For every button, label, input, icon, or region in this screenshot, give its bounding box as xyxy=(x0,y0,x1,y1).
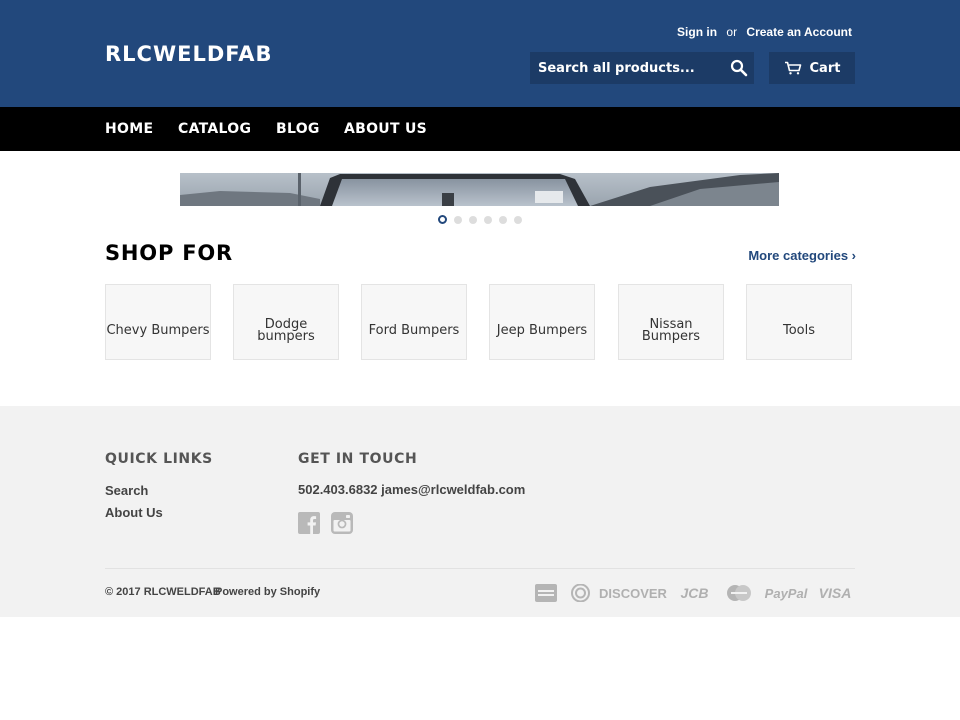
get-in-touch-heading: GET IN TOUCH xyxy=(298,451,418,467)
search-box xyxy=(530,52,754,84)
site-header: RLCWELDFAB Sign in or Create an Account … xyxy=(0,0,960,107)
slider-dot-1[interactable] xyxy=(438,215,447,224)
site-logo[interactable]: RLCWELDFAB xyxy=(105,42,272,66)
nav-item-catalog[interactable]: CATALOG xyxy=(178,121,251,137)
nav-item-about-us[interactable]: ABOUT US xyxy=(344,121,427,137)
quick-links-heading: QUICK LINKS xyxy=(105,451,213,467)
shop-for-heading: SHOP FOR xyxy=(105,241,234,265)
search-button[interactable] xyxy=(730,59,748,77)
category-ford-bumpers[interactable]: Ford Bumpers xyxy=(361,284,467,360)
slider-dot-6[interactable] xyxy=(514,215,522,224)
category-label: Tools xyxy=(782,323,816,338)
paypal-icon: PayPal xyxy=(764,585,808,601)
footer-link-about-us[interactable]: About Us xyxy=(105,505,163,520)
visa-icon: VISA xyxy=(818,585,852,601)
slider-dot-5[interactable] xyxy=(499,215,507,224)
instagram-icon xyxy=(331,512,353,534)
category-label: Chevy Bumpers xyxy=(106,323,210,338)
main-nav: HOME CATALOG BLOG ABOUT US xyxy=(0,107,960,151)
facebook-link[interactable] xyxy=(298,512,320,534)
contact-info: 502.403.6832 james@rlcweldfab.com xyxy=(298,482,526,497)
nav-item-home[interactable]: HOME xyxy=(105,121,153,137)
slider-dot-4[interactable] xyxy=(484,215,492,224)
powered-by-shopify-link[interactable]: Powered by Shopify xyxy=(215,586,320,598)
sign-in-link[interactable]: Sign in xyxy=(677,25,717,39)
cart-button[interactable]: Cart xyxy=(769,52,855,84)
category-tools[interactable]: Tools xyxy=(746,284,852,360)
category-label: Jeep Bumpers xyxy=(496,323,588,338)
mastercard-icon xyxy=(726,584,752,602)
create-account-link[interactable]: Create an Account xyxy=(746,25,852,39)
diners-club-icon xyxy=(570,584,591,602)
slider-dot-3[interactable] xyxy=(469,215,477,224)
account-links: Sign in or Create an Account xyxy=(677,25,852,39)
nav-item-blog[interactable]: BLOG xyxy=(276,121,320,137)
category-nissan-bumpers[interactable]: Nissan Bumpers xyxy=(618,284,724,360)
slider-dots xyxy=(438,215,522,224)
jcb-icon: JCB xyxy=(680,585,709,601)
category-dodge-bumpers[interactable]: Dodge bumpers xyxy=(233,284,339,360)
american-express-icon xyxy=(535,584,557,602)
facebook-icon xyxy=(298,512,320,534)
slider-dot-2[interactable] xyxy=(454,215,462,224)
discover-icon: DISCOVER xyxy=(599,585,667,601)
category-label: Dodge bumpers xyxy=(257,317,315,344)
category-chevy-bumpers[interactable]: Chevy Bumpers xyxy=(105,284,211,360)
site-footer: QUICK LINKS Search About Us GET IN TOUCH… xyxy=(0,406,960,617)
truck-photo xyxy=(180,173,779,206)
category-label: Ford Bumpers xyxy=(368,323,460,338)
footer-divider xyxy=(105,568,855,569)
or-separator: or xyxy=(726,25,738,39)
instagram-link[interactable] xyxy=(331,512,353,534)
footer-link-search[interactable]: Search xyxy=(105,483,148,498)
search-icon xyxy=(730,59,748,77)
cart-label: Cart xyxy=(809,60,841,76)
category-jeep-bumpers[interactable]: Jeep Bumpers xyxy=(489,284,595,360)
more-categories-link[interactable]: More categories › xyxy=(748,248,856,263)
hero-slide-image[interactable] xyxy=(180,173,779,206)
copyright-text: © 2017 RLCWELDFAB xyxy=(105,586,221,598)
cart-icon xyxy=(784,61,801,75)
search-input[interactable] xyxy=(530,52,720,84)
category-label: Nissan Bumpers xyxy=(641,317,701,344)
